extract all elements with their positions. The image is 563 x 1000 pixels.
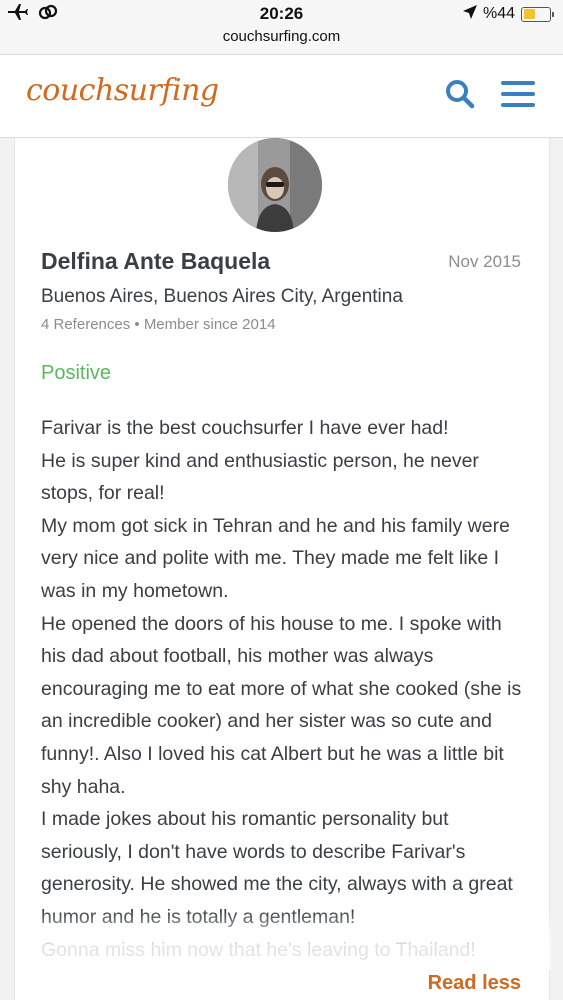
couchsurfing-logo[interactable]: couchsurfing — [26, 73, 219, 108]
review-paragraph: My mom got sick in Tehran and he and his… — [41, 514, 510, 602]
battery-level — [523, 9, 535, 19]
status-bar: 20:26 couchsurfing.com %44 — [0, 0, 563, 54]
references-count[interactable]: 4 References — [41, 316, 130, 333]
header-actions — [445, 79, 535, 114]
review-paragraph: He opened the doors of his house to me. … — [41, 612, 522, 798]
status-right-icons: %44 — [462, 4, 554, 24]
page-url[interactable]: couchsurfing.com — [0, 28, 563, 45]
menu-icon[interactable] — [501, 80, 535, 113]
review-text: Farivar is the best couchsurfer I have e… — [41, 412, 531, 966]
avatar[interactable] — [228, 138, 322, 232]
review-paragraph: I made jokes about his romantic personal… — [41, 808, 513, 928]
review-paragraph: He is super kind and enthusiastic person… — [41, 449, 479, 505]
review-date: Nov 2015 — [448, 252, 521, 271]
bullet-separator: • — [134, 316, 144, 333]
battery-percentage: %44 — [482, 5, 515, 22]
reviewer-meta: 4 References • Member since 2014 — [41, 316, 276, 333]
reviewer-name[interactable]: Delfina Ante Baquela — [41, 248, 270, 275]
site-header: couchsurfing — [0, 54, 563, 138]
member-since: Member since 2014 — [143, 316, 276, 333]
review-paragraph: Farivar is the best couchsurfer I have e… — [41, 417, 449, 439]
review-paragraph: Gonna miss him now that he's leaving to … — [41, 938, 476, 961]
rating-label: Positive — [41, 362, 112, 384]
search-icon[interactable] — [445, 79, 475, 114]
read-less-link[interactable]: Read less — [428, 972, 521, 995]
review-card: Delfina Ante Baquela Nov 2015 Buenos Air… — [14, 138, 551, 1000]
location-arrow-icon — [462, 4, 477, 24]
reviewer-location: Buenos Aires, Buenos Aires City, Argenti… — [41, 286, 403, 307]
battery-icon — [521, 6, 554, 22]
